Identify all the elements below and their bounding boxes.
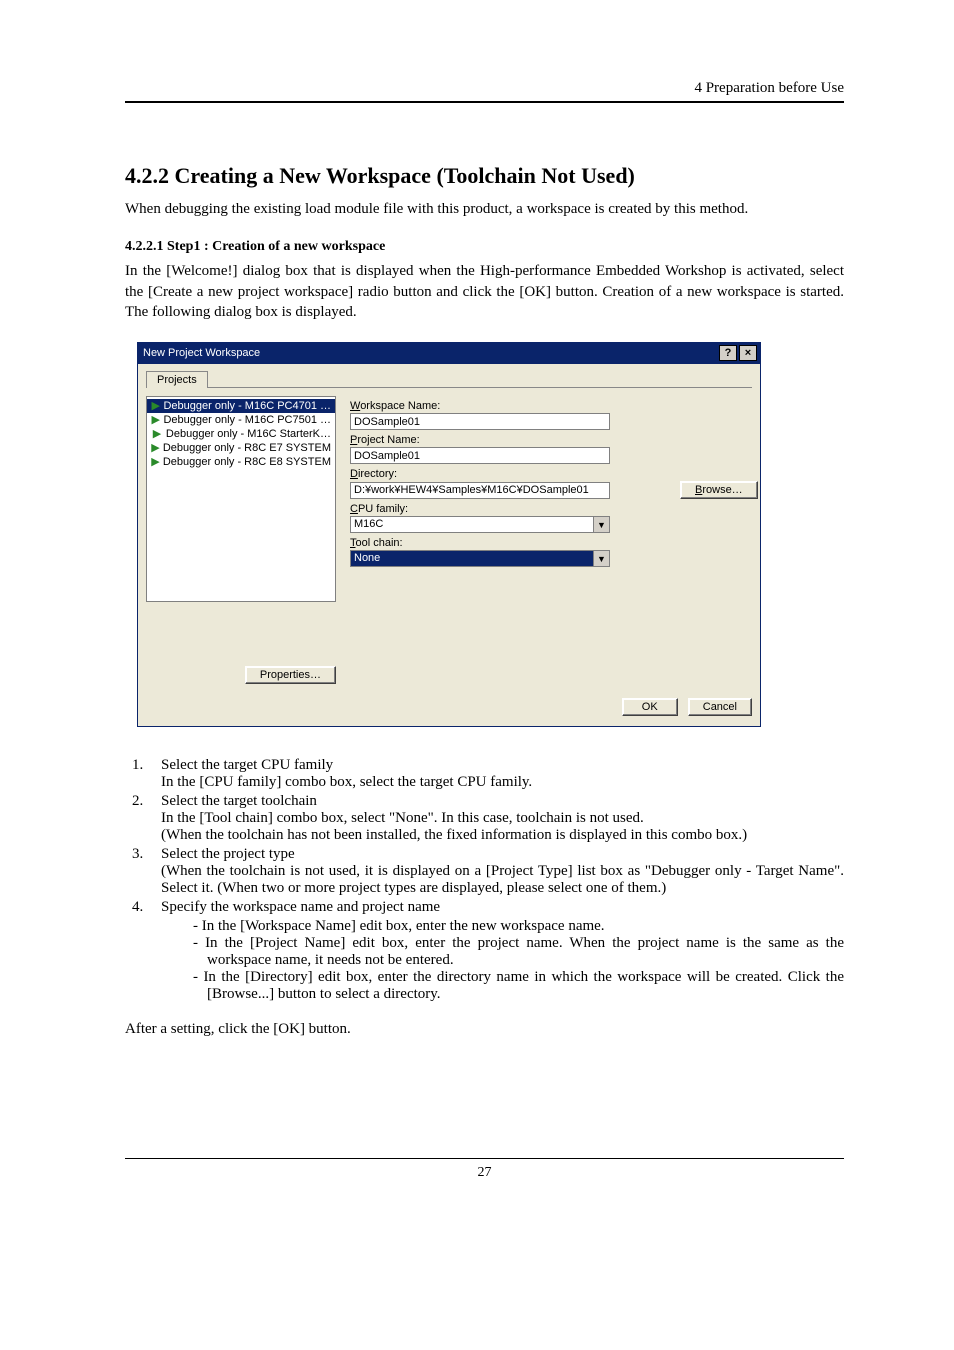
properties-button[interactable]: Properties… <box>245 666 336 684</box>
project-icon: ▶ <box>151 456 160 468</box>
list-item-label: Debugger only - M16C PC4701 … <box>163 400 331 412</box>
chevron-down-icon[interactable]: ▼ <box>594 516 610 533</box>
tool-chain-label: Tool chain: <box>350 537 758 549</box>
intro-paragraph: When debugging the existing load module … <box>125 199 844 219</box>
list-item[interactable]: ▶ Debugger only - M16C StarterK… <box>147 427 335 441</box>
ok-button[interactable]: OK <box>622 698 678 716</box>
cpu-family-value: M16C <box>350 516 594 533</box>
cpu-family-combo[interactable]: M16C ▼ <box>350 516 610 533</box>
step-text: In the [CPU family] combo box, select th… <box>161 774 532 790</box>
list-item-label: Debugger only - M16C PC7501 … <box>163 414 331 426</box>
step-sub-text: In the [Workspace Name] edit box, enter … <box>193 918 844 935</box>
workspace-name-input[interactable] <box>350 413 610 430</box>
cancel-button[interactable]: Cancel <box>688 698 752 716</box>
closing-paragraph: After a setting, click the [OK] button. <box>125 1021 844 1038</box>
list-item-label: Debugger only - M16C StarterK… <box>166 428 331 440</box>
help-icon[interactable]: ? <box>719 345 737 361</box>
dialog-title: New Project Workspace <box>143 347 717 359</box>
tab-projects[interactable]: Projects <box>146 371 208 388</box>
new-project-workspace-dialog: New Project Workspace ? × Projects ▶ Deb… <box>137 342 761 727</box>
project-icon: ▶ <box>151 442 160 454</box>
project-icon: ▶ <box>151 428 163 440</box>
project-icon: ▶ <box>151 400 160 412</box>
step-text: Select the target CPU family <box>161 757 333 773</box>
subsection-paragraph: In the [Welcome!] dialog box that is dis… <box>125 261 844 322</box>
step-text: (When the toolchain is not used, it is d… <box>161 863 844 896</box>
list-item[interactable]: ▶ Debugger only - M16C PC4701 … <box>147 399 335 413</box>
page-footer: 27 <box>125 1158 844 1181</box>
step-text: Select the target toolchain <box>161 793 317 809</box>
cpu-family-label: CPU family: <box>350 503 758 515</box>
subsection-title: 4.2.2.1 Step1 : Creation of a new worksp… <box>125 239 844 255</box>
step-text: (When the toolchain has not been install… <box>161 827 747 843</box>
page-number: 27 <box>478 1165 492 1180</box>
list-item[interactable]: ▶ Debugger only - M16C PC7501 … <box>147 413 335 427</box>
project-icon: ▶ <box>151 414 160 426</box>
list-item-label: Debugger only - R8C E8 SYSTEM <box>163 456 331 468</box>
list-item[interactable]: ▶ Debugger only - R8C E8 SYSTEM <box>147 455 335 469</box>
instruction-list: Select the target CPU family In the [CPU… <box>125 757 844 1003</box>
section-title: 4.2.2 Creating a New Workspace (Toolchai… <box>125 163 844 189</box>
page-header: 4 Preparation before Use <box>125 80 844 103</box>
browse-button[interactable]: Browse… <box>680 481 758 499</box>
project-type-listbox[interactable]: ▶ Debugger only - M16C PC4701 … ▶ Debugg… <box>146 396 336 602</box>
directory-label: Directory: <box>350 468 758 480</box>
tool-chain-combo[interactable]: None ▼ <box>350 550 610 567</box>
step-sub-text: In the [Directory] edit box, enter the d… <box>193 969 844 1003</box>
list-item-label: Debugger only - R8C E7 SYSTEM <box>163 442 331 454</box>
list-item[interactable]: ▶ Debugger only - R8C E7 SYSTEM <box>147 441 335 455</box>
project-name-input[interactable] <box>350 447 610 464</box>
dialog-titlebar: New Project Workspace ? × <box>137 342 761 364</box>
workspace-name-label: Workspace Name: <box>350 400 758 412</box>
chevron-down-icon[interactable]: ▼ <box>594 550 610 567</box>
step-sub-text: In the [Project Name] edit box, enter th… <box>193 935 844 969</box>
directory-input[interactable] <box>350 482 610 499</box>
close-icon[interactable]: × <box>739 345 757 361</box>
step-text: In the [Tool chain] combo box, select "N… <box>161 810 644 826</box>
tool-chain-value: None <box>350 550 594 567</box>
project-name-label: Project Name: <box>350 434 758 446</box>
step-text: Specify the workspace name and project n… <box>161 899 440 915</box>
step-text: Select the project type <box>161 846 295 862</box>
